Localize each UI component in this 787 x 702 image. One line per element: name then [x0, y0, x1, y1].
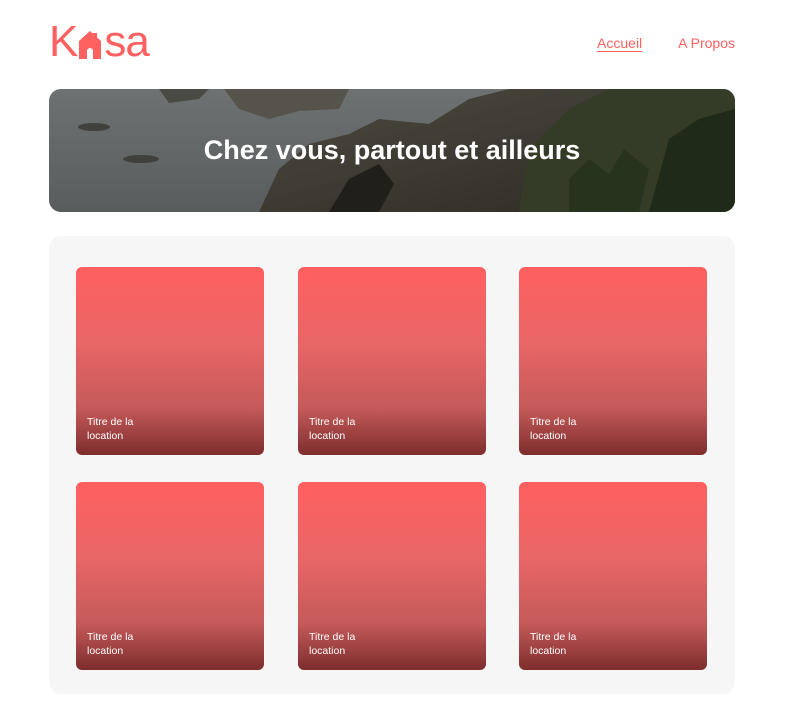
site-header: K sa Accueil A Propos	[0, 0, 787, 90]
main-nav: Accueil A Propos	[597, 34, 735, 52]
location-card-title: Titre de la location	[530, 416, 577, 442]
location-card[interactable]: Titre de la location	[298, 482, 486, 670]
location-card-title: Titre de la location	[530, 631, 577, 657]
logo-letters-sa: sa	[104, 17, 149, 66]
logo-letter-k: K	[49, 17, 78, 66]
locations-gallery: Titre de la location Titre de la locatio…	[49, 236, 735, 694]
location-card-title: Titre de la location	[309, 416, 356, 442]
location-card[interactable]: Titre de la location	[76, 267, 264, 455]
location-card-title: Titre de la location	[87, 416, 134, 442]
location-card[interactable]: Titre de la location	[519, 482, 707, 670]
kasa-logo[interactable]: K sa	[49, 17, 169, 66]
nav-link-a-propos[interactable]: A Propos	[678, 34, 735, 52]
location-card[interactable]: Titre de la location	[298, 267, 486, 455]
location-card-title: Titre de la location	[309, 631, 356, 657]
nav-link-accueil[interactable]: Accueil	[597, 34, 642, 52]
location-card[interactable]: Titre de la location	[76, 482, 264, 670]
house-icon	[79, 31, 102, 59]
location-card[interactable]: Titre de la location	[519, 267, 707, 455]
banner-title: Chez vous, partout et ailleurs	[203, 135, 581, 165]
hero-banner: Chez vous, partout et ailleurs	[49, 89, 735, 212]
location-card-title: Titre de la location	[87, 631, 134, 657]
